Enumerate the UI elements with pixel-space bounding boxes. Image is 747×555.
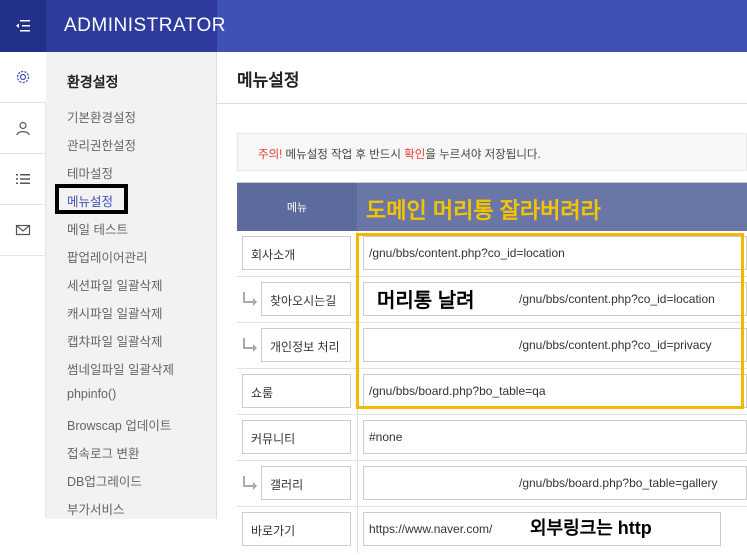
table-row: 바로가기 https://www.naver.com/ [237,507,747,546]
menu-url-value: /gnu/bbs/board.php?bo_table=gallery [519,476,718,490]
sidebar-item-db-upgrade[interactable]: DB업그레이드 [67,471,142,490]
sidebar-item-popup-layer[interactable]: 팝업레이어관리 [67,247,148,266]
notice-text-1: 메뉴설정 작업 후 반드시 [282,149,405,161]
page-title: 메뉴설정 [237,71,300,90]
menu-name-input[interactable]: 개인정보 처리 [261,328,351,362]
submenu-arrow-icon [243,292,257,306]
sidebar-item-captcha-delete[interactable]: 캡챠파일 일괄삭제 [67,331,162,350]
sidebar-item-browscap[interactable]: Browscap 업데이트 [67,415,171,434]
menu-url-input[interactable]: /gnu/bbs/board.php?bo_table=gallery [363,466,747,500]
menu-url-input[interactable]: #none [363,420,747,454]
table-row: 갤러리 /gnu/bbs/board.php?bo_table=gallery [237,461,747,507]
menu-name-input[interactable]: 커뮤니티 [242,420,351,454]
sidebar-item-mail-test[interactable]: 메일 테스트 [67,219,128,238]
notice-text-2: 을 누르셔야 저장됩니다. [425,149,541,161]
admin-title[interactable]: ADMINISTRATOR [64,15,226,37]
sidebar-item-session-delete[interactable]: 세션파일 일괄삭제 [67,275,162,294]
rail-mail[interactable] [0,205,46,256]
annotation-middle-note: 머리통 날려 [373,284,479,313]
rail-boards[interactable] [0,154,46,205]
menu-name-input[interactable]: 갤러리 [261,466,351,500]
mail-icon [15,224,31,236]
sidebar-item-permissions[interactable]: 관리권한설정 [67,135,136,154]
submenu-arrow-icon [243,476,257,490]
gear-icon [16,70,30,84]
list-icon [16,174,30,184]
annotation-bottom-note: 외부링크는 http [530,514,652,540]
sidebar-item-theme[interactable]: 테마설정 [67,163,113,182]
table-row: 커뮤니티 #none [237,415,747,461]
sidebar-item-log-convert[interactable]: 접속로그 변환 [67,443,139,462]
sidebar-item-thumbnail-delete[interactable]: 썸네일파일 일괄삭제 [67,359,174,378]
sidebar-item-cache-delete[interactable]: 캐시파일 일괄삭제 [67,303,162,322]
menu-name-input[interactable]: 회사소개 [242,236,351,270]
menu-name-input[interactable]: 바로가기 [242,512,351,546]
sidebar-item-basic-settings[interactable]: 기본환경설정 [67,107,136,126]
icon-rail [0,52,46,517]
collapse-menu-icon [16,20,30,32]
notice-warning: 주의! [258,149,283,161]
menu-name-input[interactable]: 찾아오시는길 [261,282,351,316]
notice-box: 주의! 메뉴설정 작업 후 반드시 확인을 누르셔야 저장됩니다. [237,133,747,171]
selected-item-highlight-box [55,184,128,214]
annotation-header-note: 도메인 머리통 잘라버려라 [366,198,601,223]
annotation-highlight-box [356,233,744,409]
title-divider [217,103,747,104]
rail-members[interactable] [0,103,46,154]
sidebar: 환경설정 기본환경설정 관리권한설정 테마설정 메뉴설정 메일 테스트 팝업레이… [46,52,217,519]
submenu-arrow-icon [243,338,257,352]
notice-confirm: 확인 [404,149,426,161]
sidebar-item-addon-services[interactable]: 부가서비스 [67,499,125,518]
sidebar-title: 환경설정 [67,74,119,90]
header-menu: 메뉴 [237,183,357,231]
rail-settings[interactable] [0,52,46,103]
user-icon [16,121,30,136]
sidebar-item-phpinfo[interactable]: phpinfo() [67,387,116,401]
menu-toggle-button[interactable] [0,0,46,52]
menu-name-input[interactable]: 쇼룸 [242,374,351,408]
